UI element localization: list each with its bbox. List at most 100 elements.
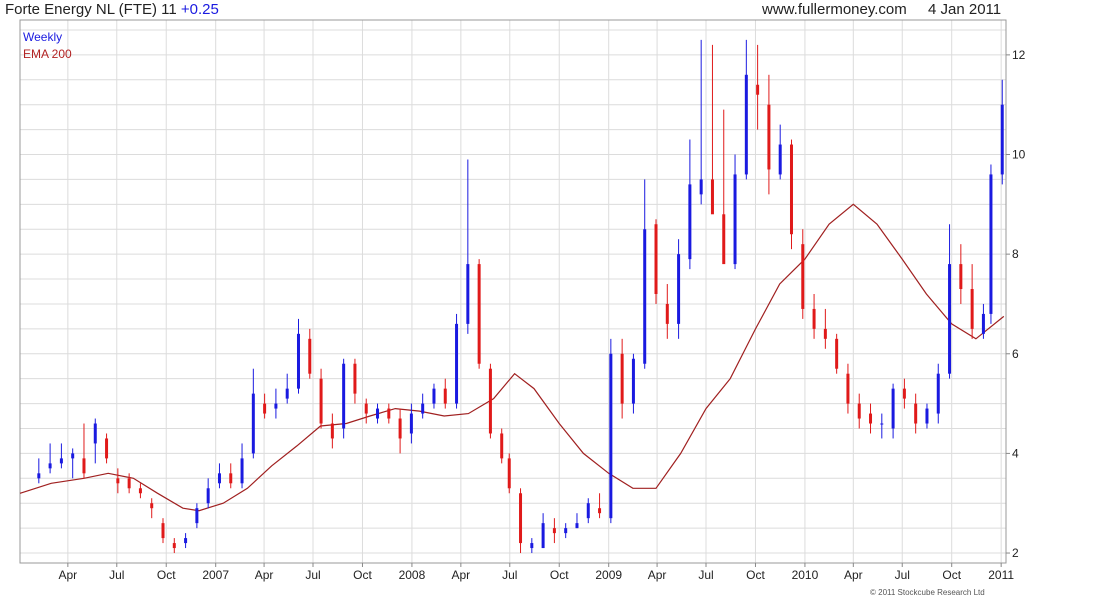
y-tick-label: 2 [1012, 546, 1019, 560]
candle-body [586, 503, 590, 519]
candle-body [914, 403, 918, 424]
x-axis: Apr Jul Oct 2007 Apr Jul Oct 2008 Apr Jul Oct 2009 A… [59, 563, 1014, 582]
candle-body [564, 528, 568, 534]
candle-body [959, 264, 963, 290]
candle-body [488, 368, 492, 434]
candle-body [631, 358, 635, 404]
candle-body [936, 373, 940, 414]
y-tick-label: 8 [1012, 247, 1019, 261]
copyright: © 2011 Stockcube Research Ltd [870, 588, 985, 597]
ema-line [19, 203, 1005, 512]
legend-weekly: Weekly [23, 30, 62, 44]
candle-body [364, 403, 368, 414]
candle-body [699, 179, 703, 195]
candle-body [353, 363, 357, 394]
candle-body [342, 363, 346, 429]
candle-body [376, 408, 380, 419]
candle-body [970, 289, 974, 329]
candle-body [116, 478, 120, 484]
candle-body [552, 528, 556, 534]
x-tick-label: Apr [452, 568, 471, 582]
x-tick-label: Jul [698, 568, 713, 582]
candle-body [710, 179, 714, 215]
candle-body [59, 458, 63, 464]
plot-frame [19, 19, 1007, 564]
candle-body [217, 473, 221, 484]
x-tick-label: Oct [942, 568, 961, 582]
candle-body [263, 403, 267, 414]
candle-body [891, 388, 895, 429]
candle-body [541, 523, 545, 549]
candle-body [812, 308, 816, 329]
candle-body [598, 508, 602, 514]
y-tick-label: 6 [1012, 347, 1019, 361]
candle-body [643, 229, 647, 364]
candle-body [575, 523, 579, 529]
candle-body [620, 353, 624, 404]
candle-body [880, 423, 884, 425]
candle-body [398, 418, 402, 439]
x-tick-label: Oct [353, 568, 372, 582]
x-tick-label: 2009 [595, 568, 622, 582]
candle-body [409, 413, 413, 434]
candle-body [835, 338, 839, 369]
x-tick-label: Apr [844, 568, 863, 582]
candle-body [206, 488, 210, 504]
x-tick-label: 2011 [988, 568, 1014, 582]
y-tick-label: 10 [1012, 148, 1026, 162]
candle-body [184, 538, 188, 544]
candle-body [296, 333, 300, 389]
candle-body [48, 463, 52, 469]
candle-body [319, 378, 323, 424]
x-tick-label: Apr [255, 568, 274, 582]
candle-body [387, 408, 391, 419]
x-tick-label: Jul [502, 568, 517, 582]
candle-body [744, 74, 748, 175]
x-tick-label: Oct [746, 568, 765, 582]
candle-body [665, 303, 669, 324]
candle-body [82, 458, 86, 474]
candle-body [127, 478, 131, 489]
candle-body [229, 473, 233, 484]
candle-body [500, 433, 504, 459]
candle-body [677, 254, 681, 324]
candle-body [857, 403, 861, 419]
candle-body [733, 174, 737, 265]
candle-body [251, 393, 255, 454]
candle-body [477, 264, 481, 364]
candle-body [105, 438, 109, 459]
candle-body [869, 413, 873, 424]
candle-body [654, 224, 658, 294]
candle-body [981, 313, 985, 334]
candle-body [421, 403, 425, 414]
x-tick-label: Jul [305, 568, 320, 582]
candle-body [507, 458, 511, 489]
candle-body [846, 373, 850, 404]
candle-body [767, 104, 771, 170]
candle-body [756, 84, 760, 95]
candle-body [466, 264, 470, 324]
x-tick-label: Apr [59, 568, 78, 582]
candle-body [609, 353, 613, 519]
weekly-series [37, 39, 1004, 554]
candle-body [71, 453, 75, 459]
legend-ema: EMA 200 [23, 47, 72, 61]
price-chart: Apr Jul Oct 2007 Apr Jul Oct 2008 Apr Jul Oct 2009 A… [19, 19, 1026, 597]
candle-body [240, 458, 244, 484]
candle-body [530, 543, 534, 549]
x-tick-label: 2008 [399, 568, 426, 582]
x-tick-label: 2010 [792, 568, 819, 582]
y-axis: 2 4 6 8 10 12 [1006, 48, 1026, 560]
x-tick-label: 2007 [202, 568, 229, 582]
candle-body [195, 508, 199, 524]
x-tick-label: Oct [157, 568, 176, 582]
candle-body [443, 388, 447, 404]
candle-body [93, 423, 97, 444]
candle-body [902, 388, 906, 399]
candle-body [138, 488, 142, 494]
x-tick-label: Jul [109, 568, 124, 582]
candle-body [823, 328, 827, 339]
ema-series [19, 203, 1005, 512]
candle-body [801, 244, 805, 309]
candle-body [925, 408, 929, 424]
